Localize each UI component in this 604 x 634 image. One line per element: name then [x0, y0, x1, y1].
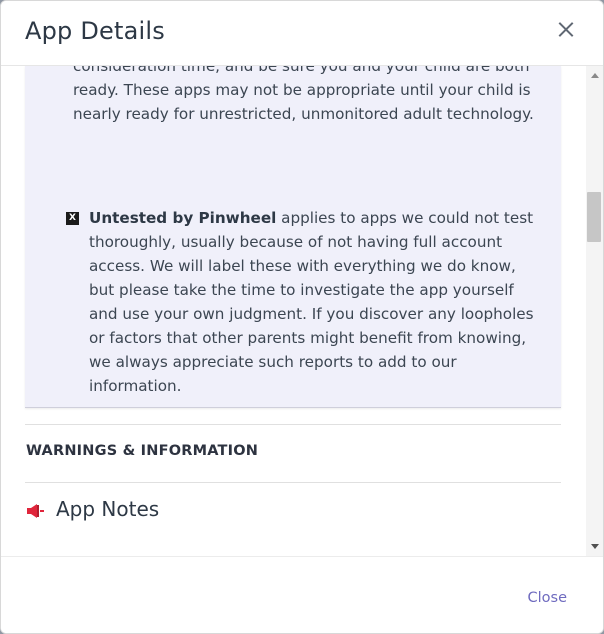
divider	[25, 482, 561, 483]
x-box-icon: X	[66, 212, 79, 225]
modal-header: App Details	[1, 1, 603, 66]
divider	[25, 424, 561, 425]
scroll-up-arrow-icon[interactable]	[591, 73, 599, 78]
scrollbar[interactable]	[586, 66, 603, 556]
scroll-thumb[interactable]	[587, 192, 601, 242]
untested-paragraph: Untested by Pinwheel applies to apps we …	[67, 206, 543, 398]
close-button[interactable]: Close	[528, 590, 568, 606]
untested-label: Untested by Pinwheel	[89, 209, 277, 227]
megaphone-icon	[27, 504, 44, 518]
ratings-paragraph: alternatives with them.) Please give the…	[73, 66, 534, 123]
ratings-info-panel: alternatives with them.) Please give the…	[25, 66, 561, 408]
warnings-information-heading: WARNINGS & INFORMATION	[26, 443, 259, 459]
app-details-modal: App Details alternatives with them.) Ple…	[0, 0, 604, 634]
untested-text: applies to apps we could not test thorou…	[89, 209, 534, 395]
modal-title: App Details	[25, 17, 165, 45]
app-notes-label: App Notes	[56, 497, 160, 521]
close-icon[interactable]	[551, 15, 581, 45]
untested-item: X Untested by Pinwheel applies to apps w…	[66, 206, 543, 398]
scroll-down-arrow-icon[interactable]	[591, 544, 599, 549]
modal-footer: Close	[1, 556, 603, 633]
modal-body: alternatives with them.) Please give the…	[1, 66, 603, 556]
